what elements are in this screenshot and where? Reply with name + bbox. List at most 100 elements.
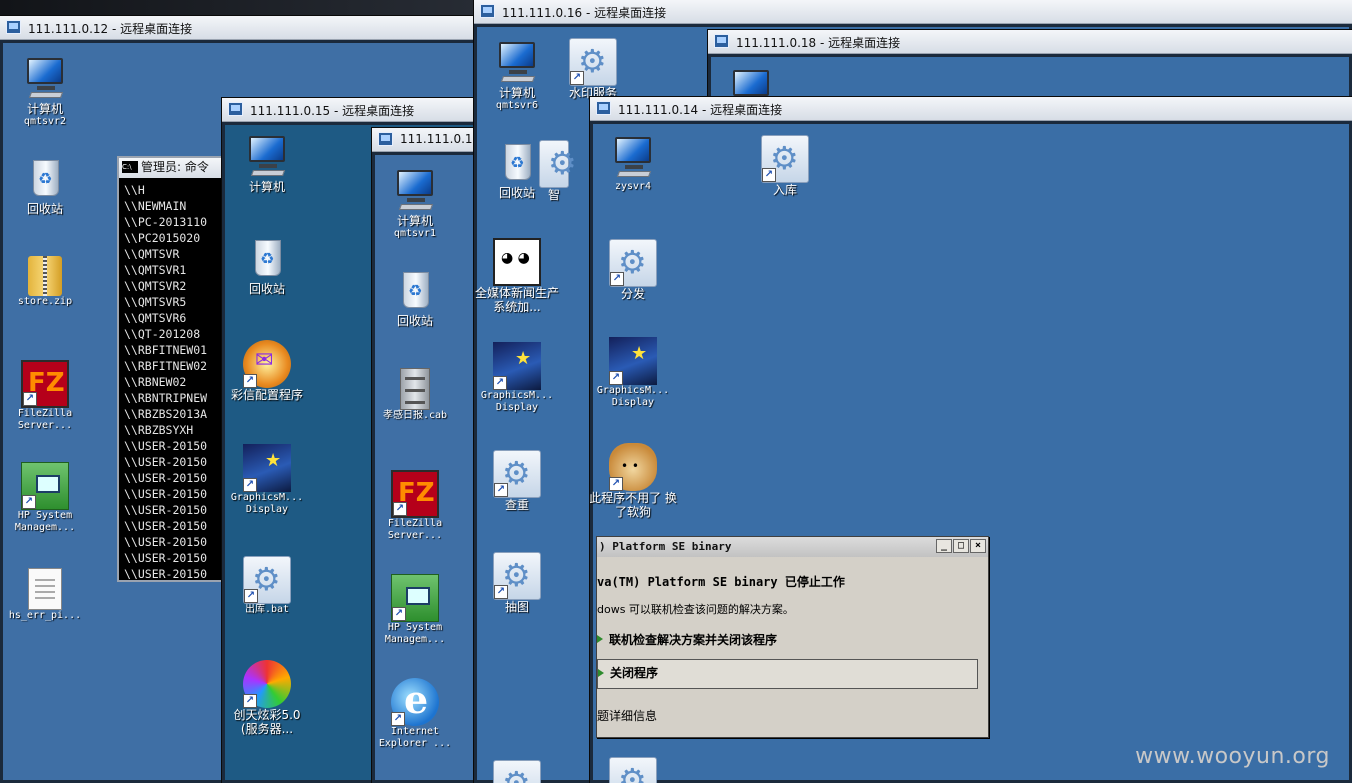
computer-icon	[243, 132, 291, 180]
dialog-title[interactable]: ) Platform SE binary _ □ ×	[597, 537, 988, 557]
desktop-icon-smart[interactable]: 智	[534, 140, 577, 202]
rdp-icon	[228, 102, 243, 116]
cmd-line: \\USER-20150	[124, 487, 208, 501]
gear-shortcut-icon	[539, 140, 577, 188]
window-title: 111.111.0.14 - 远程桌面连接	[618, 103, 783, 117]
problem-details-toggle[interactable]: 题详细信息	[597, 707, 657, 724]
desktop-icon-recycle-bin[interactable]: 回收站	[372, 266, 458, 328]
cmd-line: \\USER-20150	[124, 535, 208, 549]
check-online-option[interactable]: 联机检查解决方案并关闭该程序	[597, 631, 777, 648]
window-title: 111.111.0.12 - 远程桌面连接	[28, 22, 193, 36]
desktop-icon-chuangtian[interactable]: ↗ 创天炫彩5.0 (服务器...	[224, 660, 310, 736]
cmd-line: \\USER-20150	[124, 567, 208, 581]
cmd-line: \\QT-201208	[124, 327, 201, 341]
internet-explorer-icon: ↗	[391, 678, 439, 726]
cmd-line: \\H	[124, 183, 145, 197]
desktop-icon-watermark-service[interactable]: ↗水印服务	[550, 38, 636, 100]
title-bar[interactable]: 111.111.0.14 - 远程桌面连接	[590, 97, 1352, 121]
desktop-icon-media-system[interactable]: 全媒体新闻生产系统加...	[474, 238, 560, 314]
desktop-icon-computer[interactable]: 计算机 qmtsvr2	[2, 54, 88, 128]
gear-shortcut-icon	[609, 757, 657, 783]
java-error-dialog[interactable]: ) Platform SE binary _ □ × va(TM) Platfo…	[596, 536, 989, 738]
desktop-icon-partial[interactable]	[590, 757, 676, 783]
filezilla-icon: ↗	[21, 360, 69, 408]
title-bar[interactable]: 111.111.0.16 - 远程桌面连接	[474, 0, 1352, 24]
dialog-message: dows 可以联机检查该问题的解决方案。	[597, 603, 794, 616]
recycle-bin-icon	[21, 154, 69, 202]
cmd-line: \\RBZBSYXH	[124, 423, 194, 437]
desktop-icon-partial[interactable]	[474, 760, 560, 783]
desktop-icon-store-zip[interactable]: store.zip	[2, 256, 88, 308]
desktop-icon-outbound-bat[interactable]: ↗出库.bat	[224, 556, 310, 616]
desktop-icon-distribute[interactable]: ↗分发	[590, 239, 676, 301]
desktop-icon-recycle-bin[interactable]: 回收站	[224, 234, 310, 296]
desktop-icon-inbound[interactable]: ↗入库	[742, 135, 828, 197]
desktop-icon-internet-explorer[interactable]: ↗Internet Explorer ...	[372, 678, 458, 750]
gear-shortcut-icon	[493, 760, 541, 783]
close-program-option[interactable]: 关闭程序	[597, 659, 978, 689]
graphics-wizard-icon: ↗	[609, 337, 657, 385]
title-bar[interactable]: 111.111.0.15 - 远程桌面连接	[222, 98, 492, 122]
batch-file-icon: ↗	[243, 556, 291, 604]
recycle-bin-icon	[243, 234, 291, 282]
mms-config-icon: ↗	[243, 340, 291, 388]
desktop-icon-extract-image[interactable]: ↗抽图	[474, 552, 560, 614]
desktop-icon-computer[interactable]: 计算机 qmtsvr1	[372, 166, 458, 240]
cmd-line: \\RBFITNEW02	[124, 359, 208, 373]
cmd-line: \\RBNTRIPNEW	[124, 391, 208, 405]
desktop-icon-computer[interactable]: 计算机 qmtsvr6	[474, 38, 560, 112]
cmd-line: \\QMTSVR2	[124, 279, 187, 293]
graphics-wizard-icon: ↗	[243, 444, 291, 492]
cmd-line: \\QMTSVR	[124, 247, 180, 261]
graphics-wizard-icon: ↗	[493, 342, 541, 390]
cmd-line: \\USER-20150	[124, 471, 208, 485]
media-news-icon	[493, 238, 541, 286]
desktop-icon-graphics-display[interactable]: ↗GraphicsM... Display	[224, 444, 310, 516]
gear-shortcut-icon: ↗	[609, 239, 657, 287]
desktop-icon-cab-file[interactable]: 孝感日报.cab	[372, 368, 458, 422]
desktop-icon-computer[interactable]: 计算机	[224, 132, 310, 194]
close-button[interactable]: ×	[970, 539, 986, 553]
computer-icon	[391, 166, 439, 214]
desktop-icon-softdog[interactable]: ↗此程序不用了 换了软狗	[590, 443, 678, 519]
window-title: 111.111.0.18 - 远程桌面连接	[736, 36, 901, 50]
desktop-icon-graphics-display[interactable]: ↗GraphicsM... Display	[590, 337, 676, 409]
cmd-line: \\NEWMAIN	[124, 199, 187, 213]
dog-icon: ↗	[609, 443, 657, 491]
computer-icon	[609, 133, 657, 181]
rdp-icon	[596, 101, 611, 115]
desktop-icon-filezilla[interactable]: ↗FileZilla Server...	[372, 470, 458, 542]
cmd-line: \\RBZBS2013A	[124, 407, 208, 421]
desktop-icon-check-duplicate[interactable]: ↗查重	[474, 450, 560, 512]
hp-system-icon: ↗	[391, 574, 439, 622]
command-prompt-window[interactable]: 管理员: 命令 \\H \\NEWMAIN \\PC-2013110 \\PC2015…	[117, 156, 237, 582]
title-bar[interactable]: 111.111.0.18 - 远程桌面连接	[708, 30, 1352, 54]
cmd-line: \\USER-20150	[124, 551, 208, 565]
title-bar[interactable]: 111.111.0.12 - 远程桌面连接	[0, 16, 480, 40]
cmd-line: \\RBNEW02	[124, 375, 187, 389]
rdp-icon	[714, 34, 729, 48]
desktop-icon-hp-system[interactable]: ↗ HP System Managem...	[2, 462, 88, 534]
text-file-icon	[28, 568, 62, 610]
cmd-line: \\RBFITNEW01	[124, 343, 208, 357]
cmd-title[interactable]: 管理员: 命令	[119, 158, 235, 178]
window-title: 111.111.0.15 - 远程桌面连接	[250, 104, 415, 118]
gear-shortcut-icon: ↗	[569, 38, 617, 86]
window-title: 111.111.0.10	[400, 132, 481, 146]
desktop-icon-graphics-display[interactable]: ↗GraphicsM... Display	[474, 342, 560, 414]
gear-shortcut-icon: ↗	[493, 552, 541, 600]
cmd-line: \\QMTSVR5	[124, 295, 187, 309]
desktop-icon-filezilla[interactable]: ↗FileZilla Server...	[2, 360, 88, 432]
desktop-icon-hs-err[interactable]: hs_err_pi...	[2, 568, 88, 622]
filezilla-icon: ↗	[391, 470, 439, 518]
dialog-window-buttons: _ □ ×	[936, 539, 986, 553]
watermark: www.wooyun.org	[1135, 744, 1330, 769]
maximize-button[interactable]: □	[953, 539, 969, 553]
zip-folder-icon	[28, 256, 62, 296]
desktop-icon-computer[interactable]: zysvr4	[590, 133, 676, 193]
cmd-line: \\USER-20150	[124, 503, 208, 517]
desktop-icon-mms-config[interactable]: ↗彩信配置程序	[224, 340, 310, 402]
minimize-button[interactable]: _	[936, 539, 952, 553]
desktop-icon-hp-system[interactable]: ↗ HP System Managem...	[372, 574, 458, 646]
desktop-icon-recycle-bin[interactable]: 回收站	[2, 154, 88, 216]
